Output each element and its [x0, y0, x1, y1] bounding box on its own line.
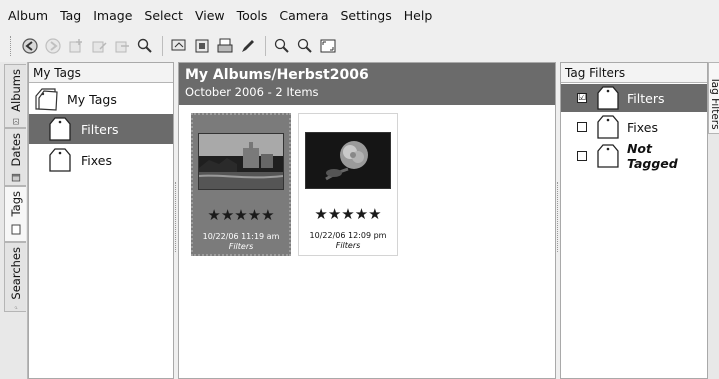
- tags-panel-header: My Tags: [29, 63, 173, 83]
- zoom-in-button[interactable]: [271, 35, 293, 57]
- find-icon: [137, 38, 152, 53]
- zoom-out-button[interactable]: [294, 35, 316, 57]
- tree-item-filters[interactable]: Filters: [29, 114, 173, 144]
- tag-icon: [597, 144, 619, 168]
- tag-icon: [49, 148, 71, 172]
- tag-remove-icon: [115, 41, 129, 53]
- filter-label: Fixes: [627, 119, 658, 135]
- album-icon-view: My Albums/Herbst2006 October 2006 - 2 It…: [178, 62, 556, 379]
- edit-pencil-icon: [242, 40, 254, 52]
- main-toolbar: [0, 32, 719, 60]
- filter-checkbox[interactable]: ☑: [577, 93, 587, 103]
- menu-help[interactable]: Help: [404, 8, 433, 23]
- edit-button[interactable]: [237, 35, 259, 57]
- toolbar-separator-2: [265, 36, 266, 56]
- fullscreen-icon: [320, 39, 336, 53]
- tree-root-my-tags[interactable]: My Tags: [29, 85, 173, 113]
- tab-dates[interactable]: Dates: [4, 128, 26, 186]
- tag-edit-icon: [92, 41, 107, 53]
- forward-icon: [45, 38, 61, 54]
- menu-view[interactable]: View: [195, 8, 225, 23]
- forward-button[interactable]: [42, 35, 64, 57]
- view-images-button[interactable]: [191, 35, 213, 57]
- tag-remove-button[interactable]: [111, 35, 133, 57]
- thumbnail-date: 10/22/06 12:09 pm: [309, 231, 387, 240]
- album-title: My Albums/Herbst2006: [185, 67, 369, 83]
- right-sidebar-tabs: Tag Filters: [708, 62, 719, 379]
- tab-searches[interactable]: Searches: [4, 242, 26, 312]
- tag-icon: [49, 117, 71, 141]
- tag-icon: [597, 86, 619, 110]
- rating-stars[interactable]: ★★★★★: [314, 205, 381, 223]
- search-icon: [14, 306, 17, 309]
- tag-filters-panel: Tag Filters ☑ Filters Fixes Not Tagged: [560, 62, 708, 379]
- tag-icon: [597, 115, 619, 139]
- tag-filters-header: Tag Filters: [561, 63, 707, 83]
- back-icon: [22, 38, 38, 54]
- tag-edit-button[interactable]: [88, 35, 110, 57]
- tab-dates-label: Dates: [8, 133, 23, 167]
- tab-albums[interactable]: Albums: [4, 64, 26, 128]
- slideshow-button[interactable]: [168, 35, 190, 57]
- tab-tags[interactable]: Tags: [4, 186, 26, 242]
- tree-item-label: Fixes: [81, 152, 112, 168]
- zoom-in-icon: [274, 38, 289, 53]
- toolbar-separator: [162, 36, 163, 56]
- menubar: Album Tag Image Select View Tools Camera…: [0, 0, 719, 30]
- filter-label: Filters: [627, 90, 665, 106]
- fullscreen-button[interactable]: [317, 35, 339, 57]
- album-subtitle: October 2006 - 2 Items: [185, 85, 319, 99]
- filter-checkbox[interactable]: [577, 151, 587, 161]
- menu-image[interactable]: Image: [93, 8, 132, 23]
- tab-tag-filters[interactable]: Tag Filters: [708, 62, 719, 134]
- album-icon: [12, 118, 19, 125]
- thumbnail-tag: Filters: [335, 241, 361, 250]
- filter-item-not-tagged[interactable]: Not Tagged: [561, 141, 707, 171]
- digikam-window: Album Tag Image Select View Tools Camera…: [0, 0, 719, 379]
- print-icon: [217, 38, 233, 53]
- photo-thumbnail: [305, 132, 391, 189]
- find-button[interactable]: [134, 35, 156, 57]
- tag-icon: [11, 224, 20, 235]
- menu-album[interactable]: Album: [8, 8, 48, 23]
- calendar-icon: [11, 174, 20, 182]
- tag-add-icon: [69, 39, 82, 53]
- tab-tags-label: Tags: [8, 191, 23, 217]
- menu-camera[interactable]: Camera: [279, 8, 328, 23]
- filter-item-fixes[interactable]: Fixes: [561, 113, 707, 141]
- filter-label: Not Tagged: [626, 141, 678, 171]
- photo-thumbnail: [198, 133, 284, 190]
- thumbnail-tag: Filters: [228, 242, 254, 251]
- print-button[interactable]: [214, 35, 236, 57]
- menu-select[interactable]: Select: [144, 8, 183, 23]
- left-sidebar-tabs: Albums Dates Tags Searches: [0, 62, 28, 379]
- filter-item-filters[interactable]: ☑ Filters: [561, 84, 707, 112]
- tab-albums-label: Albums: [8, 69, 23, 112]
- tab-searches-label: Searches: [8, 247, 23, 300]
- menu-tag[interactable]: Tag: [60, 8, 81, 23]
- zoom-out-icon: [297, 38, 312, 53]
- thumbnail-item[interactable]: ★★★★★ 10/22/06 12:09 pm Filters: [298, 113, 398, 256]
- menu-settings[interactable]: Settings: [340, 8, 391, 23]
- filter-checkbox[interactable]: [577, 122, 587, 132]
- tags-panel: My Tags My Tags Filters Fixes: [28, 62, 174, 379]
- slideshow-icon: [171, 39, 186, 51]
- view-images-icon: [195, 39, 209, 53]
- tree-root-label: My Tags: [67, 91, 117, 107]
- tag-folder-icon: [35, 88, 58, 111]
- thumbnail-date: 10/22/06 11:19 am: [202, 232, 280, 241]
- rating-stars[interactable]: ★★★★★: [207, 206, 274, 224]
- tag-add-button[interactable]: [65, 35, 87, 57]
- toolbar-grip[interactable]: [10, 36, 13, 56]
- tab-tag-filters-label: Tag Filters: [709, 77, 719, 130]
- back-button[interactable]: [19, 35, 41, 57]
- thumbnail-item[interactable]: ★★★★★ 10/22/06 11:19 am Filters: [191, 113, 291, 256]
- tree-item-label: Filters: [81, 121, 119, 137]
- album-banner: My Albums/Herbst2006 October 2006 - 2 It…: [179, 63, 555, 105]
- menu-tools[interactable]: Tools: [237, 8, 268, 23]
- tree-item-fixes[interactable]: Fixes: [29, 145, 173, 175]
